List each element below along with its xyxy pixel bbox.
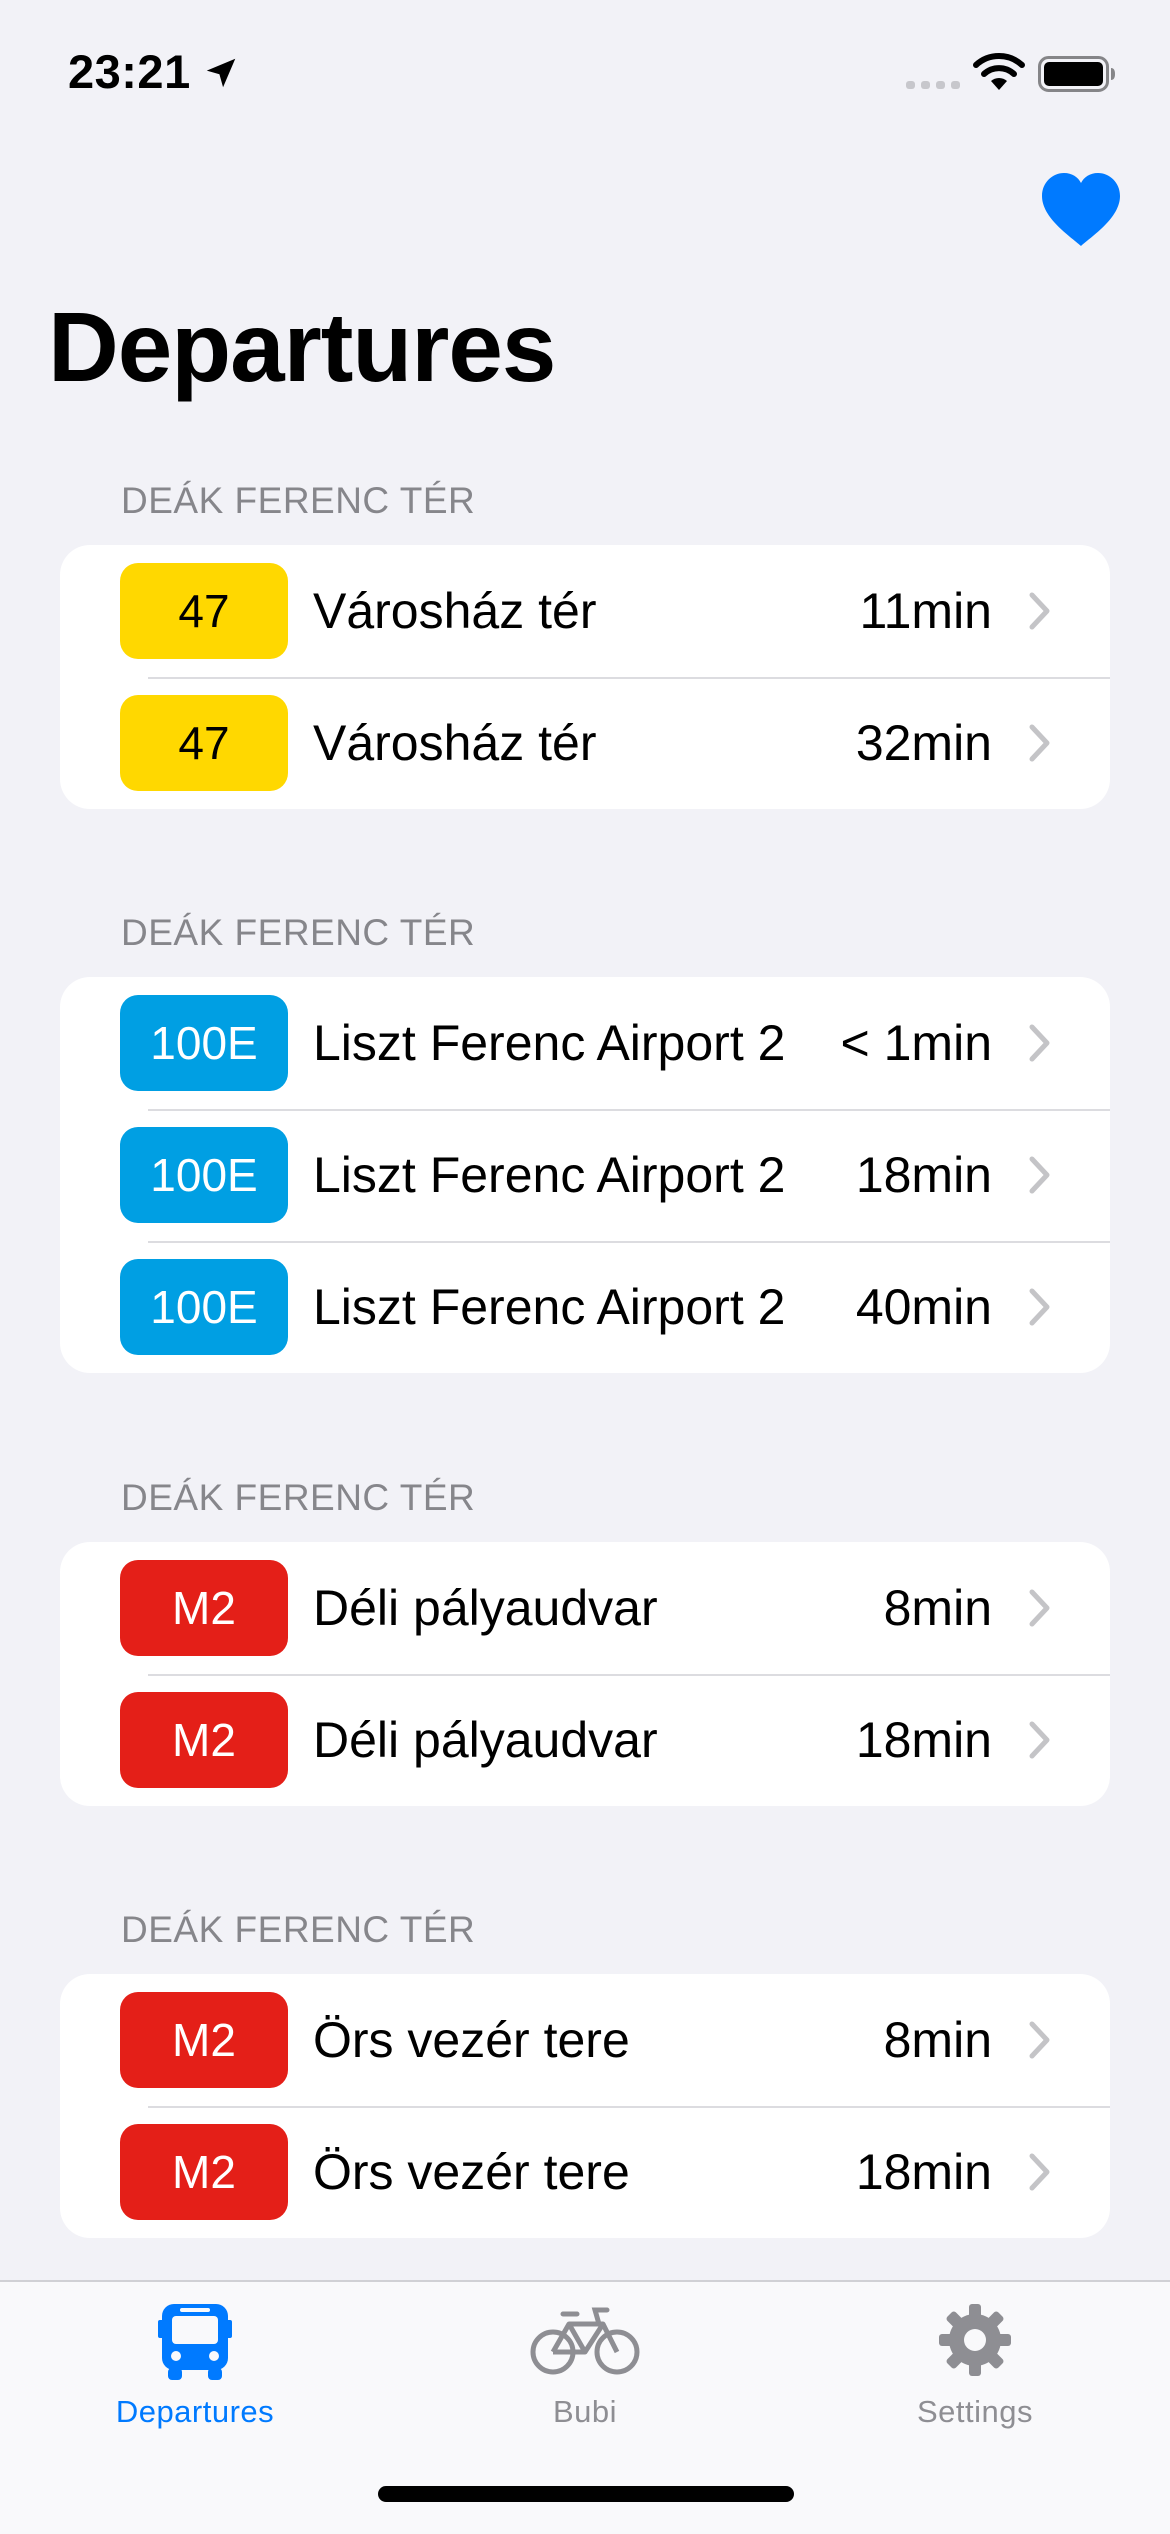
chevron-right-icon — [1029, 592, 1050, 630]
destination-label: Déli pályaudvar — [313, 1712, 658, 1768]
departures-card: M2 Déli pályaudvar 8min M2 Déli pályaudv… — [60, 1542, 1110, 1806]
departure-row[interactable]: 100E Liszt Ferenc Airport 2 18min — [60, 1109, 1110, 1241]
eta-label: 8min — [883, 2012, 992, 2068]
departure-row[interactable]: 47 Városház tér 11min — [60, 545, 1110, 677]
chevron-right-icon — [1029, 1024, 1050, 1062]
tab-departures[interactable]: Departures — [0, 2282, 390, 2442]
departure-row[interactable]: M2 Örs vezér tere 8min — [60, 1974, 1110, 2106]
tab-label: Departures — [115, 2394, 275, 2429]
eta-label: 40min — [855, 1279, 992, 1335]
departure-row[interactable]: 100E Liszt Ferenc Airport 2 < 1min — [60, 977, 1110, 1109]
home-indicator — [378, 2486, 794, 2502]
route-badge: 47 — [120, 695, 288, 791]
tab-label: Settings — [916, 2394, 1033, 2429]
cellular-signal-icon — [906, 81, 960, 89]
departure-row[interactable]: 100E Liszt Ferenc Airport 2 40min — [60, 1241, 1110, 1373]
destination-label: Déli pályaudvar — [313, 1580, 658, 1636]
departures-card: M2 Örs vezér tere 8min M2 Örs vezér tere… — [60, 1974, 1110, 2238]
favorites-heart-icon[interactable] — [1040, 172, 1122, 248]
chevron-right-icon — [1029, 2153, 1050, 2191]
chevron-right-icon — [1029, 1589, 1050, 1627]
chevron-right-icon — [1029, 2021, 1050, 2059]
route-badge: 47 — [120, 563, 288, 659]
eta-label: 11min — [859, 583, 992, 639]
page-title: Departures — [48, 292, 556, 402]
gear-icon — [939, 2304, 1011, 2376]
tab-label: Bubi — [552, 2394, 618, 2429]
departure-row[interactable]: M2 Örs vezér tere 18min — [60, 2106, 1110, 2238]
eta-label: < 1min — [840, 1015, 992, 1071]
tab-bubi[interactable]: Bubi — [390, 2282, 780, 2442]
location-arrow-icon — [206, 58, 236, 88]
chevron-right-icon — [1029, 724, 1050, 762]
chevron-right-icon — [1029, 1721, 1050, 1759]
route-badge: M2 — [120, 1692, 288, 1788]
eta-label: 18min — [855, 1147, 992, 1203]
eta-label: 18min — [855, 2144, 992, 2200]
destination-label: Örs vezér tere — [313, 2144, 630, 2200]
section-header-stop: DEÁK FERENC TÉR — [121, 912, 476, 953]
route-badge: M2 — [120, 1992, 288, 2088]
bus-icon — [158, 2304, 232, 2380]
route-badge: M2 — [120, 2124, 288, 2220]
eta-label: 8min — [883, 1580, 992, 1636]
status-time: 23:21 — [68, 45, 191, 98]
departure-row[interactable]: M2 Déli pályaudvar 8min — [60, 1542, 1110, 1674]
destination-label: Liszt Ferenc Airport 2 — [313, 1147, 786, 1203]
departures-card: 47 Városház tér 11min 47 Városház tér 32… — [60, 545, 1110, 809]
route-badge: 100E — [120, 1259, 288, 1355]
departure-row[interactable]: M2 Déli pályaudvar 18min — [60, 1674, 1110, 1806]
status-bar: 23:21 — [0, 0, 1170, 140]
destination-label: Liszt Ferenc Airport 2 — [313, 1279, 786, 1335]
wifi-icon — [973, 53, 1025, 90]
route-badge: 100E — [120, 1127, 288, 1223]
destination-label: Városház tér — [313, 583, 597, 639]
destination-label: Városház tér — [313, 715, 597, 771]
battery-icon — [1038, 56, 1115, 92]
section-header-stop: DEÁK FERENC TÉR — [121, 480, 476, 521]
section-header-stop: DEÁK FERENC TÉR — [121, 1477, 476, 1518]
chevron-right-icon — [1029, 1156, 1050, 1194]
route-badge: 100E — [120, 995, 288, 1091]
eta-label: 18min — [855, 1712, 992, 1768]
chevron-right-icon — [1029, 1288, 1050, 1326]
tab-settings[interactable]: Settings — [780, 2282, 1170, 2442]
eta-label: 32min — [855, 715, 992, 771]
section-header-stop: DEÁK FERENC TÉR — [121, 1909, 476, 1950]
destination-label: Örs vezér tere — [313, 2012, 630, 2068]
bicycle-icon — [530, 2307, 640, 2375]
route-badge: M2 — [120, 1560, 288, 1656]
departure-row[interactable]: 47 Városház tér 32min — [60, 677, 1110, 809]
destination-label: Liszt Ferenc Airport 2 — [313, 1015, 786, 1071]
departures-card: 100E Liszt Ferenc Airport 2 < 1min 100E … — [60, 977, 1110, 1373]
